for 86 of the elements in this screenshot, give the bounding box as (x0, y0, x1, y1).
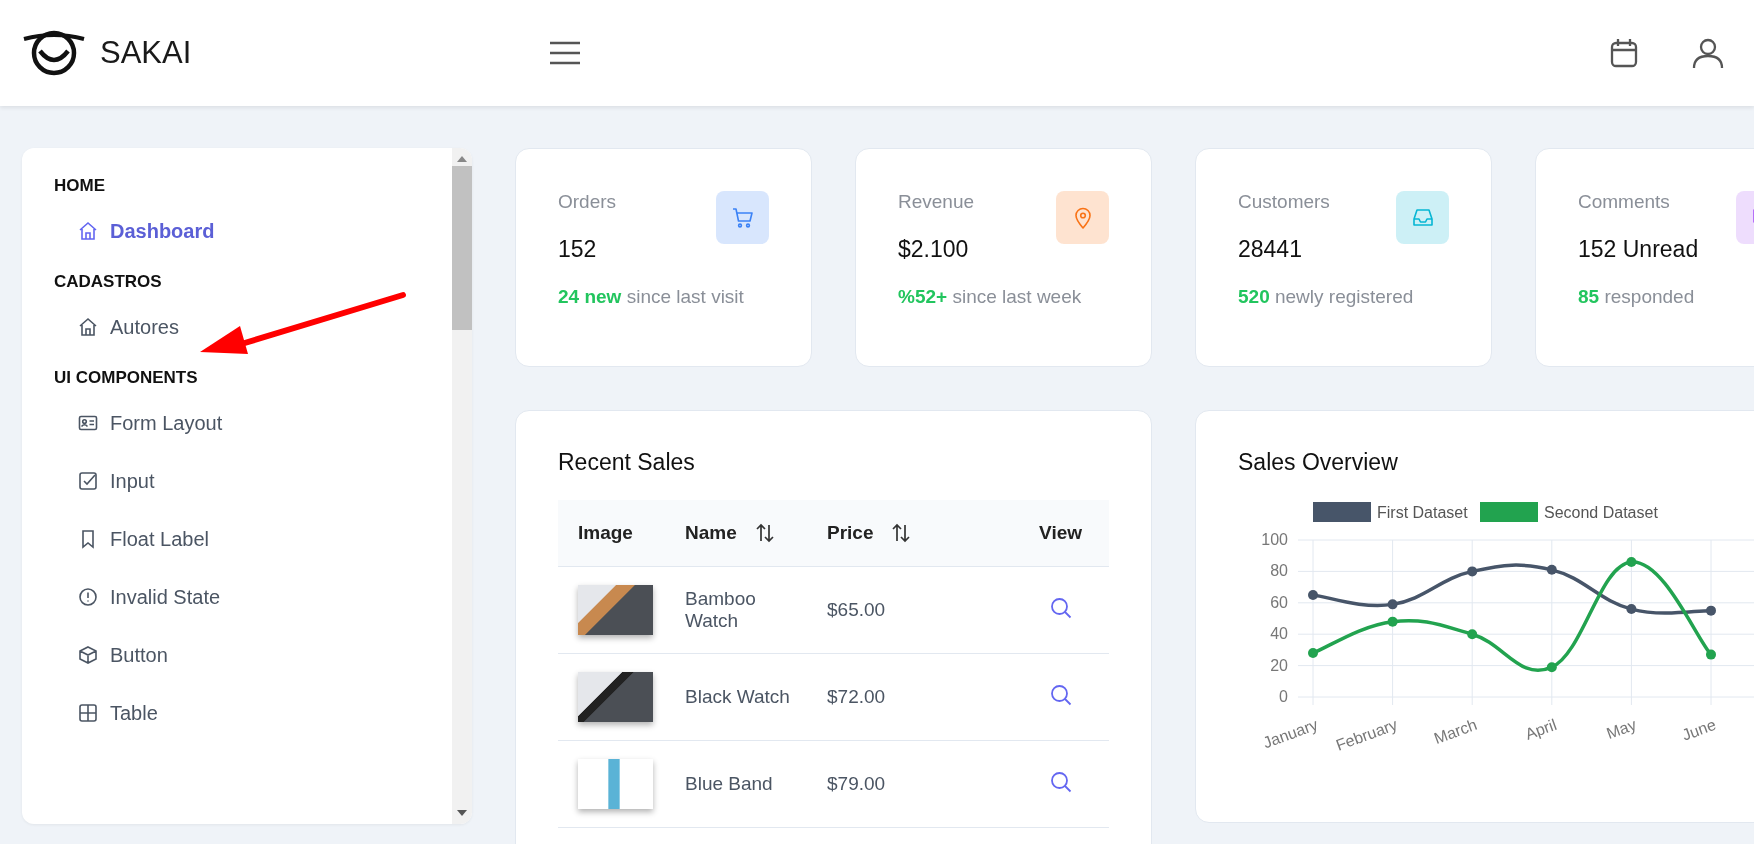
card-title: Recent Sales (558, 449, 696, 476)
scroll-down-icon[interactable] (457, 810, 467, 816)
menu-icon[interactable] (549, 41, 581, 65)
data-point (1626, 604, 1637, 615)
table-cell: $79.00 (826, 740, 1013, 828)
stat-value: 152 (558, 236, 598, 263)
column-header: View (1039, 522, 1083, 544)
stat-title: Comments (1578, 191, 1671, 213)
x-tick-label: June (1679, 715, 1719, 744)
y-tick-label: 20 (1270, 656, 1288, 674)
cart-icon (716, 191, 769, 244)
y-tick-label: 60 (1270, 593, 1288, 611)
search-icon[interactable] (1049, 770, 1072, 793)
x-tick-label: January (1260, 715, 1321, 752)
menu-section-title: HOME (54, 176, 106, 197)
data-point (1467, 629, 1478, 640)
data-point (1626, 557, 1637, 567)
search-icon[interactable] (1049, 596, 1072, 619)
data-point (1706, 605, 1716, 616)
table-cell: $65.00 (826, 566, 1013, 654)
column-header[interactable]: Name (685, 522, 737, 544)
card-title: Sales Overview (1238, 449, 1399, 476)
column-header: Image (578, 522, 633, 544)
sort-icon[interactable] (891, 523, 912, 543)
menu-item[interactable]: Button (54, 626, 452, 684)
menu-item[interactable]: Float Label (54, 510, 452, 568)
stat-value: 28441 (1238, 236, 1303, 263)
menu-item[interactable]: Autores (54, 298, 452, 356)
data-point (1706, 649, 1716, 660)
x-tick-label: May (1604, 715, 1639, 743)
scroll-up-icon[interactable] (457, 156, 467, 162)
data-point (1308, 589, 1318, 600)
data-point (1308, 648, 1318, 659)
stat-note: %52+ since last week (898, 286, 1083, 308)
marker-icon (1056, 191, 1109, 244)
data-point (1546, 662, 1557, 673)
id-card-icon (78, 413, 98, 433)
stat-value: 152 Unread (1578, 236, 1699, 263)
search-icon[interactable] (1049, 683, 1072, 706)
y-tick-label: 100 (1261, 531, 1288, 548)
box-icon (78, 645, 98, 665)
data-point (1546, 564, 1557, 575)
exclamation-icon (78, 587, 98, 607)
menu-section-title: CADASTROS (54, 272, 163, 293)
stat-title: Revenue (898, 191, 975, 213)
menu-item[interactable]: Dashboard (54, 202, 452, 260)
stat-note: 85 responded (1578, 286, 1696, 308)
column-header[interactable]: Price (827, 522, 874, 544)
table-cell: $72.00 (826, 653, 1013, 741)
y-tick-label: 80 (1270, 562, 1288, 580)
data-point (1467, 566, 1478, 577)
stat-title: Orders (558, 191, 617, 213)
legend-label: Second Dataset (1544, 504, 1659, 521)
table-cell: Black Watch (684, 653, 826, 741)
legend-item[interactable]: First Dataset (1313, 502, 1468, 522)
menu-item[interactable]: Form Layout (54, 394, 452, 452)
stat-value: $2.100 (898, 236, 970, 263)
logo-icon (22, 29, 86, 77)
scrollbar[interactable] (452, 148, 472, 824)
user-icon[interactable] (1692, 37, 1724, 69)
inbox-icon (1396, 191, 1449, 244)
stat-note: 520 newly registered (1238, 286, 1415, 308)
stat-note: 24 new since last visit (558, 286, 745, 308)
legend-label: First Dataset (1377, 504, 1469, 521)
menu-item[interactable]: Invalid State (54, 568, 452, 626)
table-cell: Blue Band (684, 740, 826, 828)
calendar-icon[interactable] (1610, 38, 1638, 68)
data-point (1387, 599, 1398, 610)
home-icon (78, 317, 98, 337)
table-cell: Bamboo Watch (684, 566, 826, 654)
brand-name: SAKAI (100, 35, 192, 71)
y-tick-label: 0 (1279, 688, 1288, 705)
x-tick-label: March (1431, 715, 1480, 747)
menu-item[interactable]: Table (54, 684, 452, 742)
table-icon (78, 703, 98, 723)
data-point (1387, 616, 1398, 627)
scroll-thumb[interactable] (452, 166, 472, 330)
home-icon (78, 221, 98, 241)
check-square-icon (78, 471, 98, 491)
menu-section-title: UI COMPONENTS (54, 368, 199, 389)
legend-item[interactable]: Second Dataset (1480, 502, 1658, 522)
x-tick-label: April (1522, 715, 1559, 743)
y-tick-label: 40 (1270, 625, 1288, 643)
stat-title: Customers (1238, 191, 1330, 213)
sort-icon[interactable] (754, 523, 775, 543)
menu-item[interactable]: Input (54, 452, 452, 510)
